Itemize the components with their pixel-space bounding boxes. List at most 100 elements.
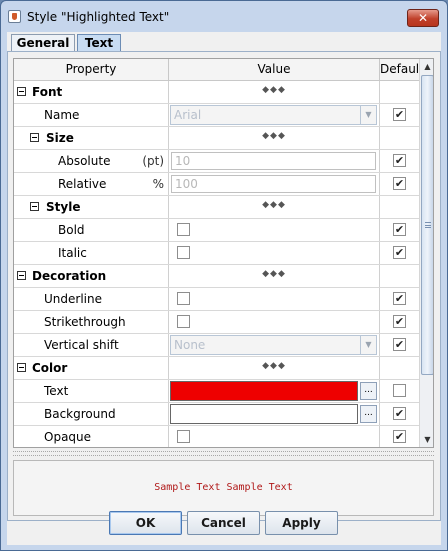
group-placeholder: ◆◆◆ — [262, 269, 286, 279]
column-header-default[interactable]: Default — [380, 59, 419, 81]
value-cell[interactable]: ◆◆◆ — [169, 265, 380, 287]
value-cell[interactable]: Arial ▼ — [169, 104, 380, 126]
table-row[interactable]: Decoration ◆◆◆ — [14, 265, 419, 288]
table-row[interactable]: Text... — [14, 380, 419, 403]
value-cell[interactable]: ... — [169, 380, 380, 402]
close-button[interactable]: ✕ — [407, 9, 439, 27]
chevron-down-icon[interactable]: ▼ — [360, 336, 376, 354]
property-cell[interactable]: Strikethrough — [14, 311, 169, 333]
table-row[interactable]: Name Arial ▼ ✔ — [14, 104, 419, 127]
scroll-down-icon[interactable]: ▼ — [421, 433, 433, 446]
property-cell[interactable]: Opaque — [14, 426, 169, 447]
property-cell[interactable]: Background — [14, 403, 169, 425]
property-cell[interactable]: Name — [14, 104, 169, 126]
value-cell[interactable]: None ▼ — [169, 334, 380, 356]
value-cell[interactable]: ◆◆◆ — [169, 81, 380, 103]
property-cell[interactable]: Color — [14, 357, 169, 379]
ok-button[interactable]: OK — [109, 511, 182, 535]
cancel-button[interactable]: Cancel — [187, 511, 260, 535]
value-checkbox[interactable] — [177, 246, 190, 259]
value-checkbox[interactable] — [177, 430, 190, 443]
value-cell[interactable] — [169, 242, 380, 264]
table-row[interactable]: Bold ✔ — [14, 219, 419, 242]
style-dialog: Style "Highlighted Text" ✕ General Text … — [0, 0, 448, 551]
property-label: Font — [32, 85, 63, 99]
property-cell[interactable]: Bold — [14, 219, 169, 241]
table-row[interactable]: Size ◆◆◆ — [14, 127, 419, 150]
value-cell[interactable] — [169, 288, 380, 310]
value-combobox[interactable]: Arial ▼ — [170, 105, 377, 125]
value-cell[interactable] — [169, 426, 380, 447]
collapse-icon[interactable] — [17, 363, 26, 372]
value-cell[interactable]: ◆◆◆ — [169, 127, 380, 149]
apply-button[interactable]: Apply — [265, 511, 338, 535]
table-row[interactable]: Absolute (pt) 10 ✔ — [14, 150, 419, 173]
value-field[interactable]: 100 — [171, 175, 376, 193]
property-cell[interactable]: Relative% — [14, 173, 169, 195]
table-row[interactable]: Style ◆◆◆ — [14, 196, 419, 219]
tab-general[interactable]: General — [11, 34, 75, 52]
property-cell[interactable]: Underline — [14, 288, 169, 310]
collapse-icon[interactable] — [30, 133, 39, 142]
collapse-icon[interactable] — [30, 202, 39, 211]
default-checkbox[interactable]: ✔ — [393, 154, 406, 167]
value-cell[interactable]: ◆◆◆ — [169, 357, 380, 379]
value-cell[interactable]: 100 — [169, 173, 380, 195]
table-row[interactable]: Relative% 100 ✔ — [14, 173, 419, 196]
value-checkbox[interactable] — [177, 315, 190, 328]
color-swatch[interactable] — [170, 381, 358, 401]
chevron-down-icon[interactable]: ▼ — [360, 106, 376, 124]
value-field[interactable]: 10 — [171, 152, 376, 170]
choose-color-button[interactable]: ... — [360, 382, 377, 400]
default-checkbox[interactable]: ✔ — [393, 430, 406, 443]
value-cell[interactable]: 10 — [169, 150, 380, 172]
property-cell[interactable]: Vertical shift — [14, 334, 169, 356]
property-cell[interactable]: Font — [14, 81, 169, 103]
table-row[interactable]: Color ◆◆◆ — [14, 357, 419, 380]
title-bar[interactable]: Style "Highlighted Text" ✕ — [1, 1, 447, 31]
property-cell[interactable]: Italic — [14, 242, 169, 264]
column-header-property[interactable]: Property — [14, 59, 169, 81]
value-combobox[interactable]: None ▼ — [170, 335, 377, 355]
table-row[interactable]: Italic ✔ — [14, 242, 419, 265]
property-cell[interactable]: Decoration — [14, 265, 169, 287]
property-cell[interactable]: Style — [14, 196, 169, 218]
scroll-up-icon[interactable]: ▲ — [421, 60, 433, 73]
table-row[interactable]: Vertical shift None ▼ ✔ — [14, 334, 419, 357]
property-cell[interactable]: Size — [14, 127, 169, 149]
value-cell[interactable] — [169, 311, 380, 333]
value-cell[interactable] — [169, 219, 380, 241]
value-checkbox[interactable] — [177, 223, 190, 236]
property-cell[interactable]: Text — [14, 380, 169, 402]
default-checkbox[interactable]: ✔ — [393, 315, 406, 328]
default-checkbox[interactable] — [393, 384, 406, 397]
table-row[interactable]: Underline ✔ — [14, 288, 419, 311]
scrollbar-thumb[interactable] — [421, 75, 433, 375]
split-pane-divider[interactable] — [13, 451, 434, 456]
property-label: Bold — [58, 223, 85, 237]
value-cell[interactable]: ... — [169, 403, 380, 425]
default-checkbox[interactable]: ✔ — [393, 292, 406, 305]
default-checkbox[interactable]: ✔ — [393, 407, 406, 420]
collapse-icon[interactable] — [17, 87, 26, 96]
default-checkbox[interactable]: ✔ — [393, 246, 406, 259]
table-row[interactable]: Strikethrough ✔ — [14, 311, 419, 334]
value-checkbox[interactable] — [177, 292, 190, 305]
default-checkbox[interactable]: ✔ — [393, 338, 406, 351]
value-cell[interactable]: ◆◆◆ — [169, 196, 380, 218]
table-row[interactable]: Opaque ✔ — [14, 426, 419, 447]
choose-color-button[interactable]: ... — [360, 405, 377, 423]
tab-text[interactable]: Text — [77, 34, 121, 52]
vertical-scrollbar[interactable]: ▲ ▼ — [419, 59, 433, 447]
table-row[interactable]: Background... ✔ — [14, 403, 419, 426]
group-placeholder: ◆◆◆ — [262, 361, 286, 371]
default-cell: ✔ — [380, 242, 419, 264]
table-row[interactable]: Font ◆◆◆ — [14, 81, 419, 104]
default-checkbox[interactable]: ✔ — [393, 108, 406, 121]
collapse-icon[interactable] — [17, 271, 26, 280]
default-checkbox[interactable]: ✔ — [393, 177, 406, 190]
property-cell[interactable]: Absolute (pt) — [14, 150, 169, 172]
column-header-value[interactable]: Value — [169, 59, 380, 81]
color-swatch[interactable] — [170, 404, 358, 424]
default-checkbox[interactable]: ✔ — [393, 223, 406, 236]
